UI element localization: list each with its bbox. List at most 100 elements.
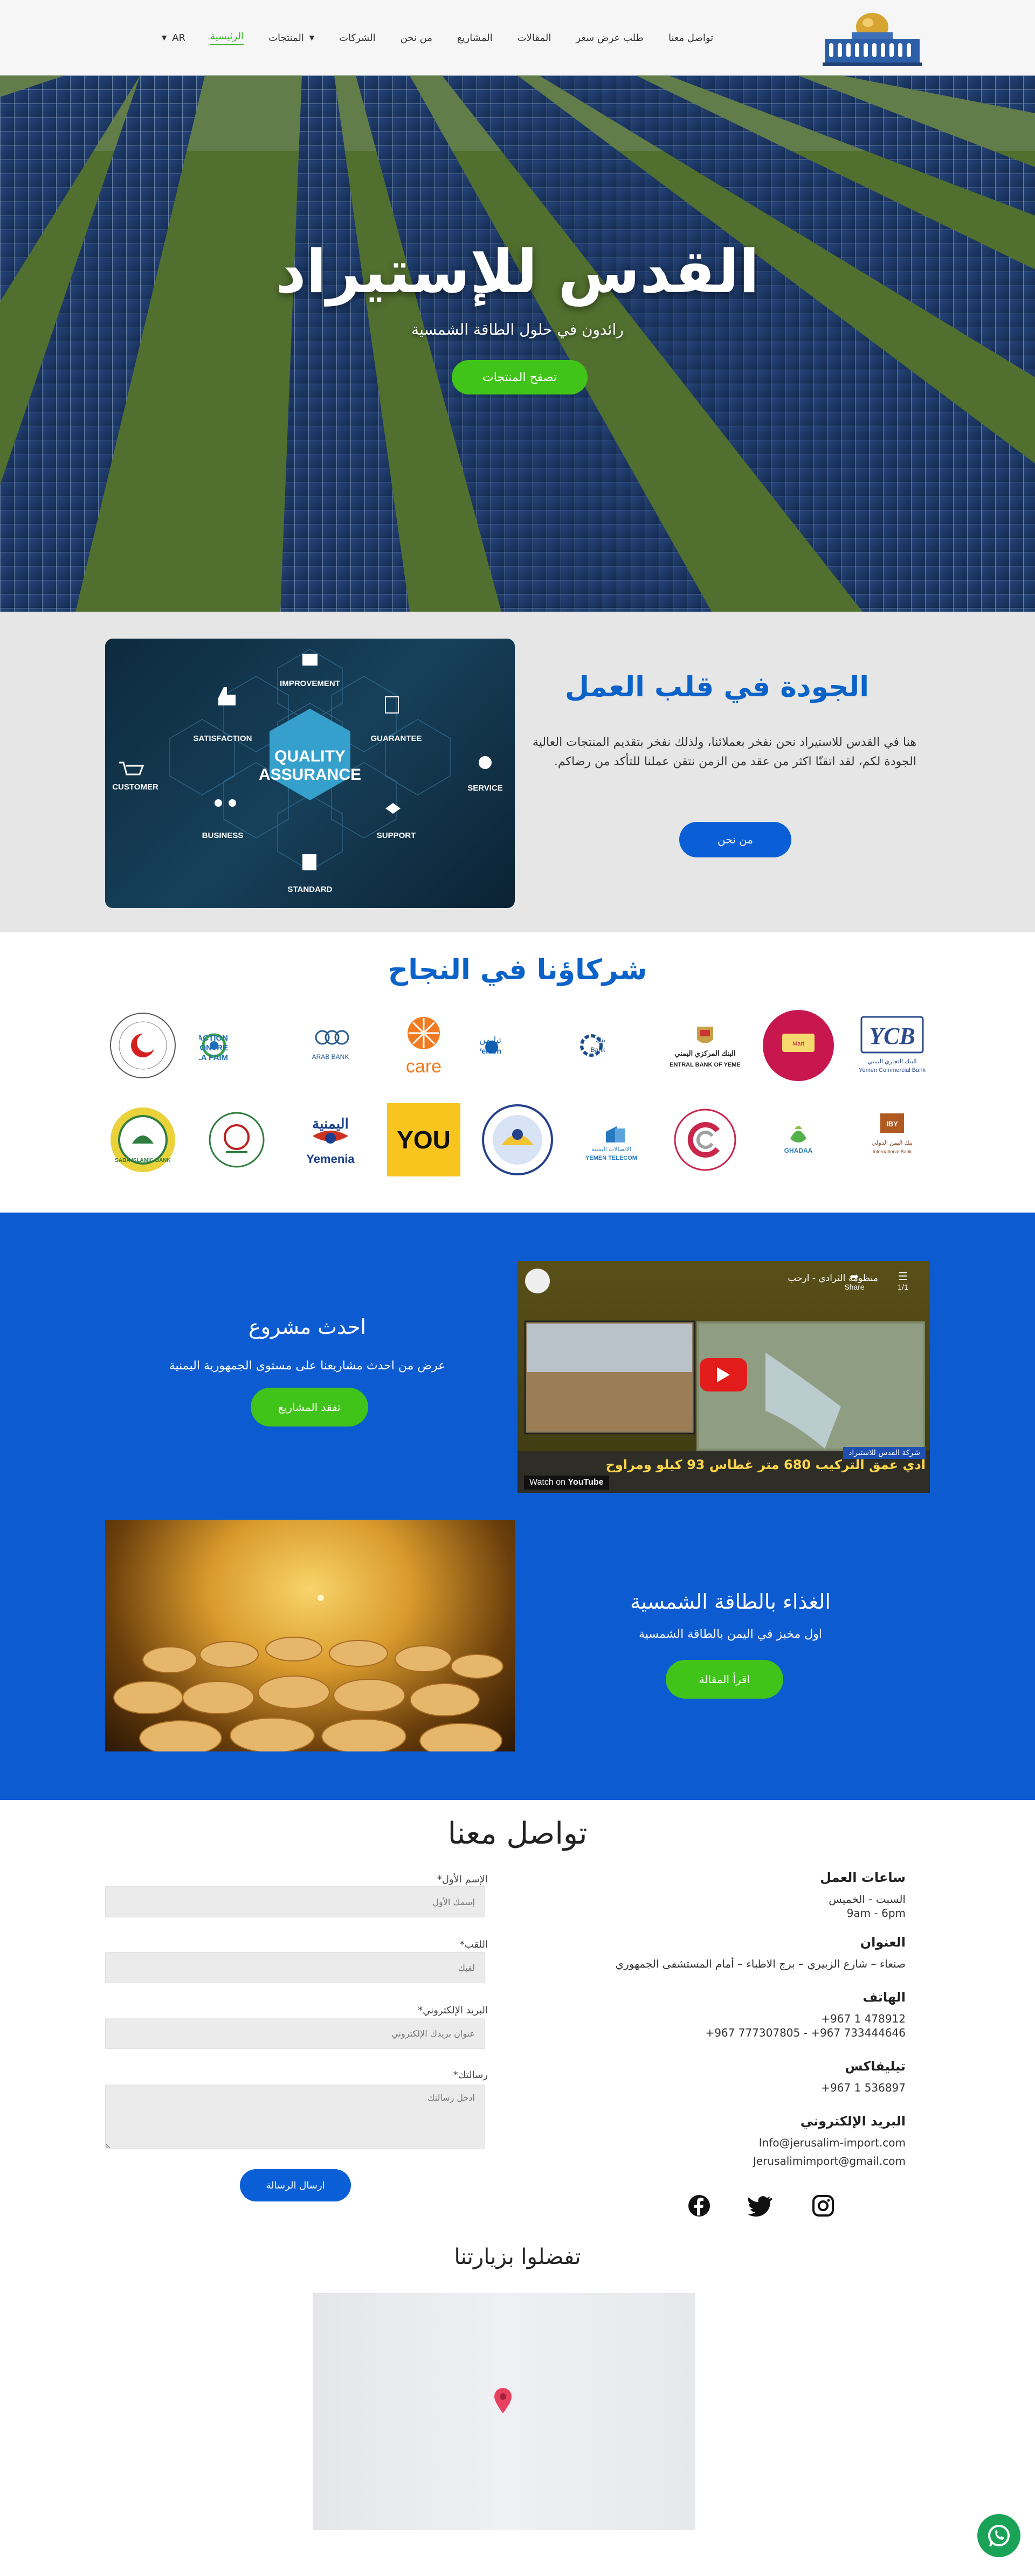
address-text: صنعاء – شارع الزبيري – برج الاطباء – أما… [615,1957,906,1970]
location-map[interactable] [313,2293,695,2530]
quality-diagram: QUALITY ASSURANCE IMPROVEMENT SATISFACTI… [112,649,503,894]
svg-text:البنك التجاري اليمني: البنك التجاري اليمني [867,1058,916,1065]
nav-label: طلب عرض سعر [576,32,644,44]
partner-logo-care: care [386,1008,461,1083]
partners-section: شركاؤنا في النجاح ACTIONCONTRELA FAIM AR… [0,932,1035,1213]
people-icon [215,799,222,807]
solar-panels-background [0,75,1035,612]
qa-label: BUSINESS [202,831,244,840]
svg-text:TeleYemen: TeleYemen [480,1047,501,1055]
nav-item-articles[interactable]: المقالات [518,32,551,44]
partner-logo-teleyemen: تيليمن TeleYemen [480,1008,555,1083]
check-projects-button[interactable]: تفقد المشاريع [251,1388,368,1427]
svg-text:LA FAIM: LA FAIM [199,1053,228,1062]
map-pin-icon[interactable] [493,2387,513,2414]
last-name-input[interactable] [105,1952,485,1983]
nav-label: المقالات [517,32,551,44]
youtube-play-button[interactable] [700,1358,747,1391]
send-message-button[interactable]: ارسال الرسالة [240,2169,351,2201]
svg-text:البنك المركزي اليمني: البنك المركزي اليمني [674,1049,735,1058]
nav-item-about[interactable]: من نحن [401,32,432,44]
share-label: Share [844,1283,865,1291]
hero-subtitle: رائدون في حلول الطاقة الشمسية [411,321,624,338]
nav-item-contact[interactable]: تواصل معنا [668,32,713,44]
nav-item-products[interactable]: ▼ المنتجات [268,32,314,44]
svg-text:CONTRE: CONTRE [199,1043,228,1052]
telefax-title: تيليفاكس [845,2059,906,2074]
email-title: البريد الإلكتروني [800,2114,906,2129]
partner-logo-yemenia: اليمنية Yemenia [293,1102,368,1178]
solar-food-title: الغذاء بالطاقة الشمسية [630,1590,831,1614]
nav-item-companies[interactable]: الشركات [339,32,375,44]
first-name-input[interactable] [105,1886,485,1917]
nav-item-projects[interactable]: المشاريع [457,32,493,44]
projects-section: منظومة الثرادي - ارحب ➦ Share ☰ 1/1 شركة… [0,1213,1035,1800]
hours-time: 9am - 6pm [846,1907,906,1920]
partner-logo-central-bank: البنك المركزي اليمني CENTRAL BANK OF YEME… [667,1008,743,1083]
nav-item-home[interactable]: الرئيسية [210,31,244,45]
hero-title: القدس للإستيراد [275,237,760,306]
instagram-icon[interactable] [810,2192,837,2219]
svg-text:SABA ISLAMIC BANK: SABA ISLAMIC BANK [115,1158,171,1164]
qa-label: SUPPORT [377,831,416,840]
project-video-embed[interactable]: منظومة الثرادي - ارحب ➦ Share ☰ 1/1 شركة… [518,1261,930,1493]
quality-title: الجودة في قلب العمل [564,671,870,703]
hero-section: القدس للإستيراد رائدون في حلول الطاقة ال… [0,75,1035,612]
partner-logo-saba-islamic-bank: SABA ISLAMIC BANK [105,1102,181,1178]
email-input[interactable] [105,2018,485,2049]
partner-logo-association [199,1102,274,1178]
cart-icon [119,761,144,775]
nav-item-quote[interactable]: طلب عرض سعر [576,32,644,44]
phone-1: +967 1 478912 [821,2012,906,2025]
quality-text: هنا في القدس للاستيراد نحن نفخر بعملائنا… [532,736,916,769]
partner-logo-sabafon-bank: بنك Bank [574,1008,649,1083]
partners-row-1: ACTIONCONTRELA FAIM ARAB BANK care تيليم… [105,1008,930,1083]
qa-label: SATISFACTION [194,734,252,743]
partner-logo-yemeni-mart: Mart [761,1008,836,1083]
site-logo[interactable] [819,9,925,69]
qa-center-label-2: ASSURANCE [259,766,361,784]
svg-text:CENTRAL BANK OF YEMEN: CENTRAL BANK OF YEMEN [670,1062,740,1068]
address-title: العنوان [860,1935,906,1950]
svg-text:International Bank: International Bank [873,1149,912,1154]
last-name-label: اللقب* [459,1939,488,1950]
playlist-count: 1/1 [898,1283,908,1291]
share-button[interactable]: ➦ Share [838,1270,871,1291]
svg-text:IBY: IBY [886,1120,898,1128]
quality-assurance-image: QUALITY ASSURANCE IMPROVEMENT SATISFACTI… [105,639,515,908]
svg-text:اليمنية: اليمنية [312,1116,349,1132]
language-switch[interactable]: AR ▼ [162,32,185,44]
partner-logo-red-crescent [105,1008,181,1083]
whatsapp-icon [988,2525,1010,2547]
svg-text:YOU: YOU [397,1126,451,1154]
phone-2: +967 777307805 - +967 733444646 [705,2026,906,2039]
whatsapp-button[interactable] [977,2514,1020,2557]
facebook-icon[interactable] [686,2192,713,2219]
nav-label: المنتجات [268,32,304,44]
twitter-icon[interactable] [746,2192,773,2219]
email-label: البريد الإلكتروني* [418,2005,488,2016]
svg-text:Bank: Bank [590,1046,605,1054]
svg-text:بنك: بنك [595,1036,605,1044]
playlist-button[interactable]: ☰ 1/1 [889,1270,916,1291]
share-icon: ➦ [850,1270,859,1283]
email-1[interactable]: Info@jerusalim-import.com [759,2136,906,2149]
qa-label: CUSTOMER [112,783,158,792]
partner-logo-cooperative [480,1102,555,1178]
improvement-icon [302,654,318,666]
language-label: AR [172,32,186,44]
chevron-down-icon: ▼ [162,34,167,41]
partner-logo-ghadaa: GHADAA [761,1102,836,1178]
watch-on-youtube-link[interactable]: Watch on YouTube [524,1476,609,1490]
channel-avatar[interactable] [525,1269,550,1293]
nav-label: الشركات [339,32,376,44]
qa-label: STANDARD [287,885,332,894]
message-label: رسالتك* [453,2069,488,2081]
browse-products-button[interactable]: تصفح المنتجات [452,360,588,394]
email-2[interactable]: Jerusalimimport@gmail.com [753,2155,906,2168]
about-us-button[interactable]: من نحن [679,822,791,857]
message-textarea[interactable] [105,2085,485,2149]
play-icon [717,1367,730,1382]
read-article-button[interactable]: اقرأ المقالة [666,1660,783,1699]
clipboard-icon [302,854,316,870]
